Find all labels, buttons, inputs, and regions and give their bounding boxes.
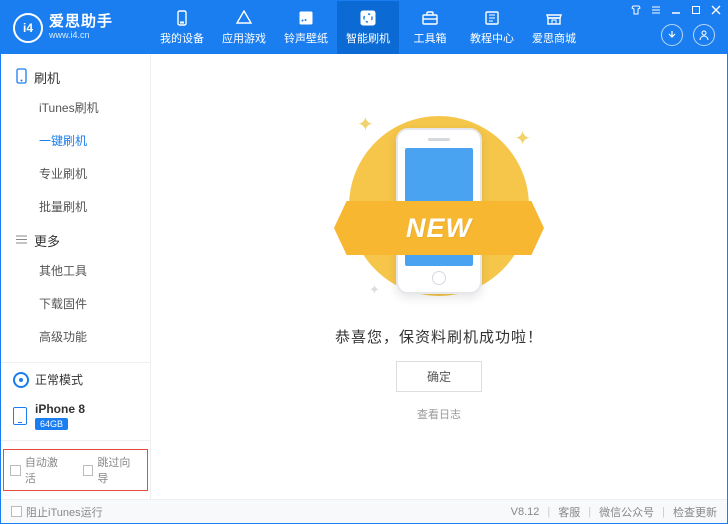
nav-label: 我的设备 (160, 30, 204, 46)
status-link-wechat[interactable]: 微信公众号 (599, 504, 654, 520)
device-capacity: 64GB (35, 418, 68, 430)
nav-store[interactable]: 爱思商城 (523, 1, 585, 54)
checkbox-skip-wizard[interactable]: 跳过向导 (83, 454, 142, 486)
logo-icon: i4 (13, 13, 43, 43)
minimize-icon[interactable] (671, 5, 681, 18)
version-label: V8.12 (511, 506, 540, 518)
music-icon (297, 9, 315, 27)
device-mode[interactable]: 正常模式 (1, 362, 150, 396)
sidebar-item-download-firmware[interactable]: 下载固件 (1, 287, 150, 320)
app-subtitle: www.i4.cn (49, 31, 113, 41)
nav-label: 工具箱 (414, 30, 447, 46)
header-right-icons (661, 24, 715, 46)
nav-label: 应用游戏 (222, 30, 266, 46)
window-controls (631, 5, 721, 18)
checkbox-label: 阻止iTunes运行 (26, 504, 103, 520)
sidebar-item-itunes-flash[interactable]: iTunes刷机 (1, 91, 150, 124)
sidebar-item-onekey-flash[interactable]: 一键刷机 (1, 124, 150, 157)
download-icon[interactable] (661, 24, 683, 46)
nav-flash[interactable]: 智能刷机 (337, 1, 399, 54)
statusbar: 阻止iTunes运行 V8.12 | 客服 | 微信公众号 | 检查更新 (1, 499, 727, 523)
checkbox-label: 自动激活 (25, 454, 69, 486)
menu-icon[interactable] (651, 5, 661, 18)
nav-tutorial[interactable]: 教程中心 (461, 1, 523, 54)
sidebar: 刷机 iTunes刷机 一键刷机 专业刷机 批量刷机 更多 其他工具 下载固件 … (1, 54, 151, 499)
options-highlight: 自动激活 跳过向导 (3, 449, 148, 491)
more-icon (15, 233, 28, 249)
nav-ringtones[interactable]: 铃声壁纸 (275, 1, 337, 54)
device-mode-label: 正常模式 (35, 371, 83, 388)
apps-icon (235, 9, 253, 27)
flash-options: 自动激活 跳过向导 (1, 440, 150, 499)
checkbox-icon (83, 465, 94, 476)
sparkle-icon: ✦ (357, 112, 374, 137)
nav-toolbox[interactable]: 工具箱 (399, 1, 461, 54)
sidebar-group-more: 更多 (1, 223, 150, 254)
device-icon (173, 9, 191, 27)
mode-icon (13, 372, 29, 388)
main-content: ✦ ✦ ✦ NEW 恭喜您，保资料刷机成功啦！ 确定 查看日志 (151, 54, 727, 499)
close-icon[interactable] (711, 5, 721, 18)
status-link-update[interactable]: 检查更新 (673, 504, 717, 520)
logo: i4 爱思助手 www.i4.cn (1, 13, 151, 43)
sidebar-group-label: 更多 (34, 231, 60, 250)
nav-my-device[interactable]: 我的设备 (151, 1, 213, 54)
skin-icon[interactable] (631, 5, 641, 18)
device-name: iPhone 8 (35, 402, 85, 416)
success-illustration: ✦ ✦ ✦ NEW (334, 106, 544, 306)
sidebar-item-batch-flash[interactable]: 批量刷机 (1, 190, 150, 223)
checkbox-icon (10, 465, 21, 476)
sidebar-item-other-tools[interactable]: 其他工具 (1, 254, 150, 287)
toolbox-icon (421, 9, 439, 27)
sparkle-icon: ✦ (369, 282, 380, 298)
refresh-icon (359, 9, 377, 27)
new-ribbon: NEW (334, 201, 544, 255)
nav-label: 铃声壁纸 (284, 30, 328, 46)
app-title: 爱思助手 (49, 14, 113, 31)
nav-label: 教程中心 (470, 30, 514, 46)
maximize-icon[interactable] (691, 5, 701, 18)
book-icon (483, 9, 501, 27)
user-icon[interactable] (693, 24, 715, 46)
sidebar-group-label: 刷机 (34, 68, 60, 87)
nav-label: 智能刷机 (346, 30, 390, 46)
sidebar-item-pro-flash[interactable]: 专业刷机 (1, 157, 150, 190)
phone-flash-icon (15, 68, 28, 87)
main-nav: 我的设备 应用游戏 铃声壁纸 智能刷机 工具箱 教程中心 (151, 1, 585, 54)
checkbox-auto-activate[interactable]: 自动激活 (10, 454, 69, 486)
sidebar-group-flash: 刷机 (1, 60, 150, 91)
nav-apps[interactable]: 应用游戏 (213, 1, 275, 54)
ribbon-text: NEW (406, 213, 472, 244)
view-log-link[interactable]: 查看日志 (417, 406, 461, 422)
checkbox-label: 跳过向导 (97, 454, 141, 486)
sidebar-item-advanced[interactable]: 高级功能 (1, 320, 150, 353)
phone-icon (13, 407, 27, 425)
ok-button[interactable]: 确定 (396, 361, 482, 392)
success-message: 恭喜您，保资料刷机成功啦！ (335, 326, 543, 347)
sparkle-icon: ✦ (514, 126, 531, 151)
status-link-support[interactable]: 客服 (558, 504, 580, 520)
titlebar: i4 爱思助手 www.i4.cn 我的设备 应用游戏 铃声壁纸 智能刷机 (1, 1, 727, 54)
checkbox-block-itunes[interactable]: 阻止iTunes运行 (11, 504, 103, 520)
checkbox-icon (11, 506, 22, 517)
device-info[interactable]: iPhone 8 64GB (1, 396, 150, 440)
nav-label: 爱思商城 (532, 30, 576, 46)
store-icon (545, 9, 563, 27)
